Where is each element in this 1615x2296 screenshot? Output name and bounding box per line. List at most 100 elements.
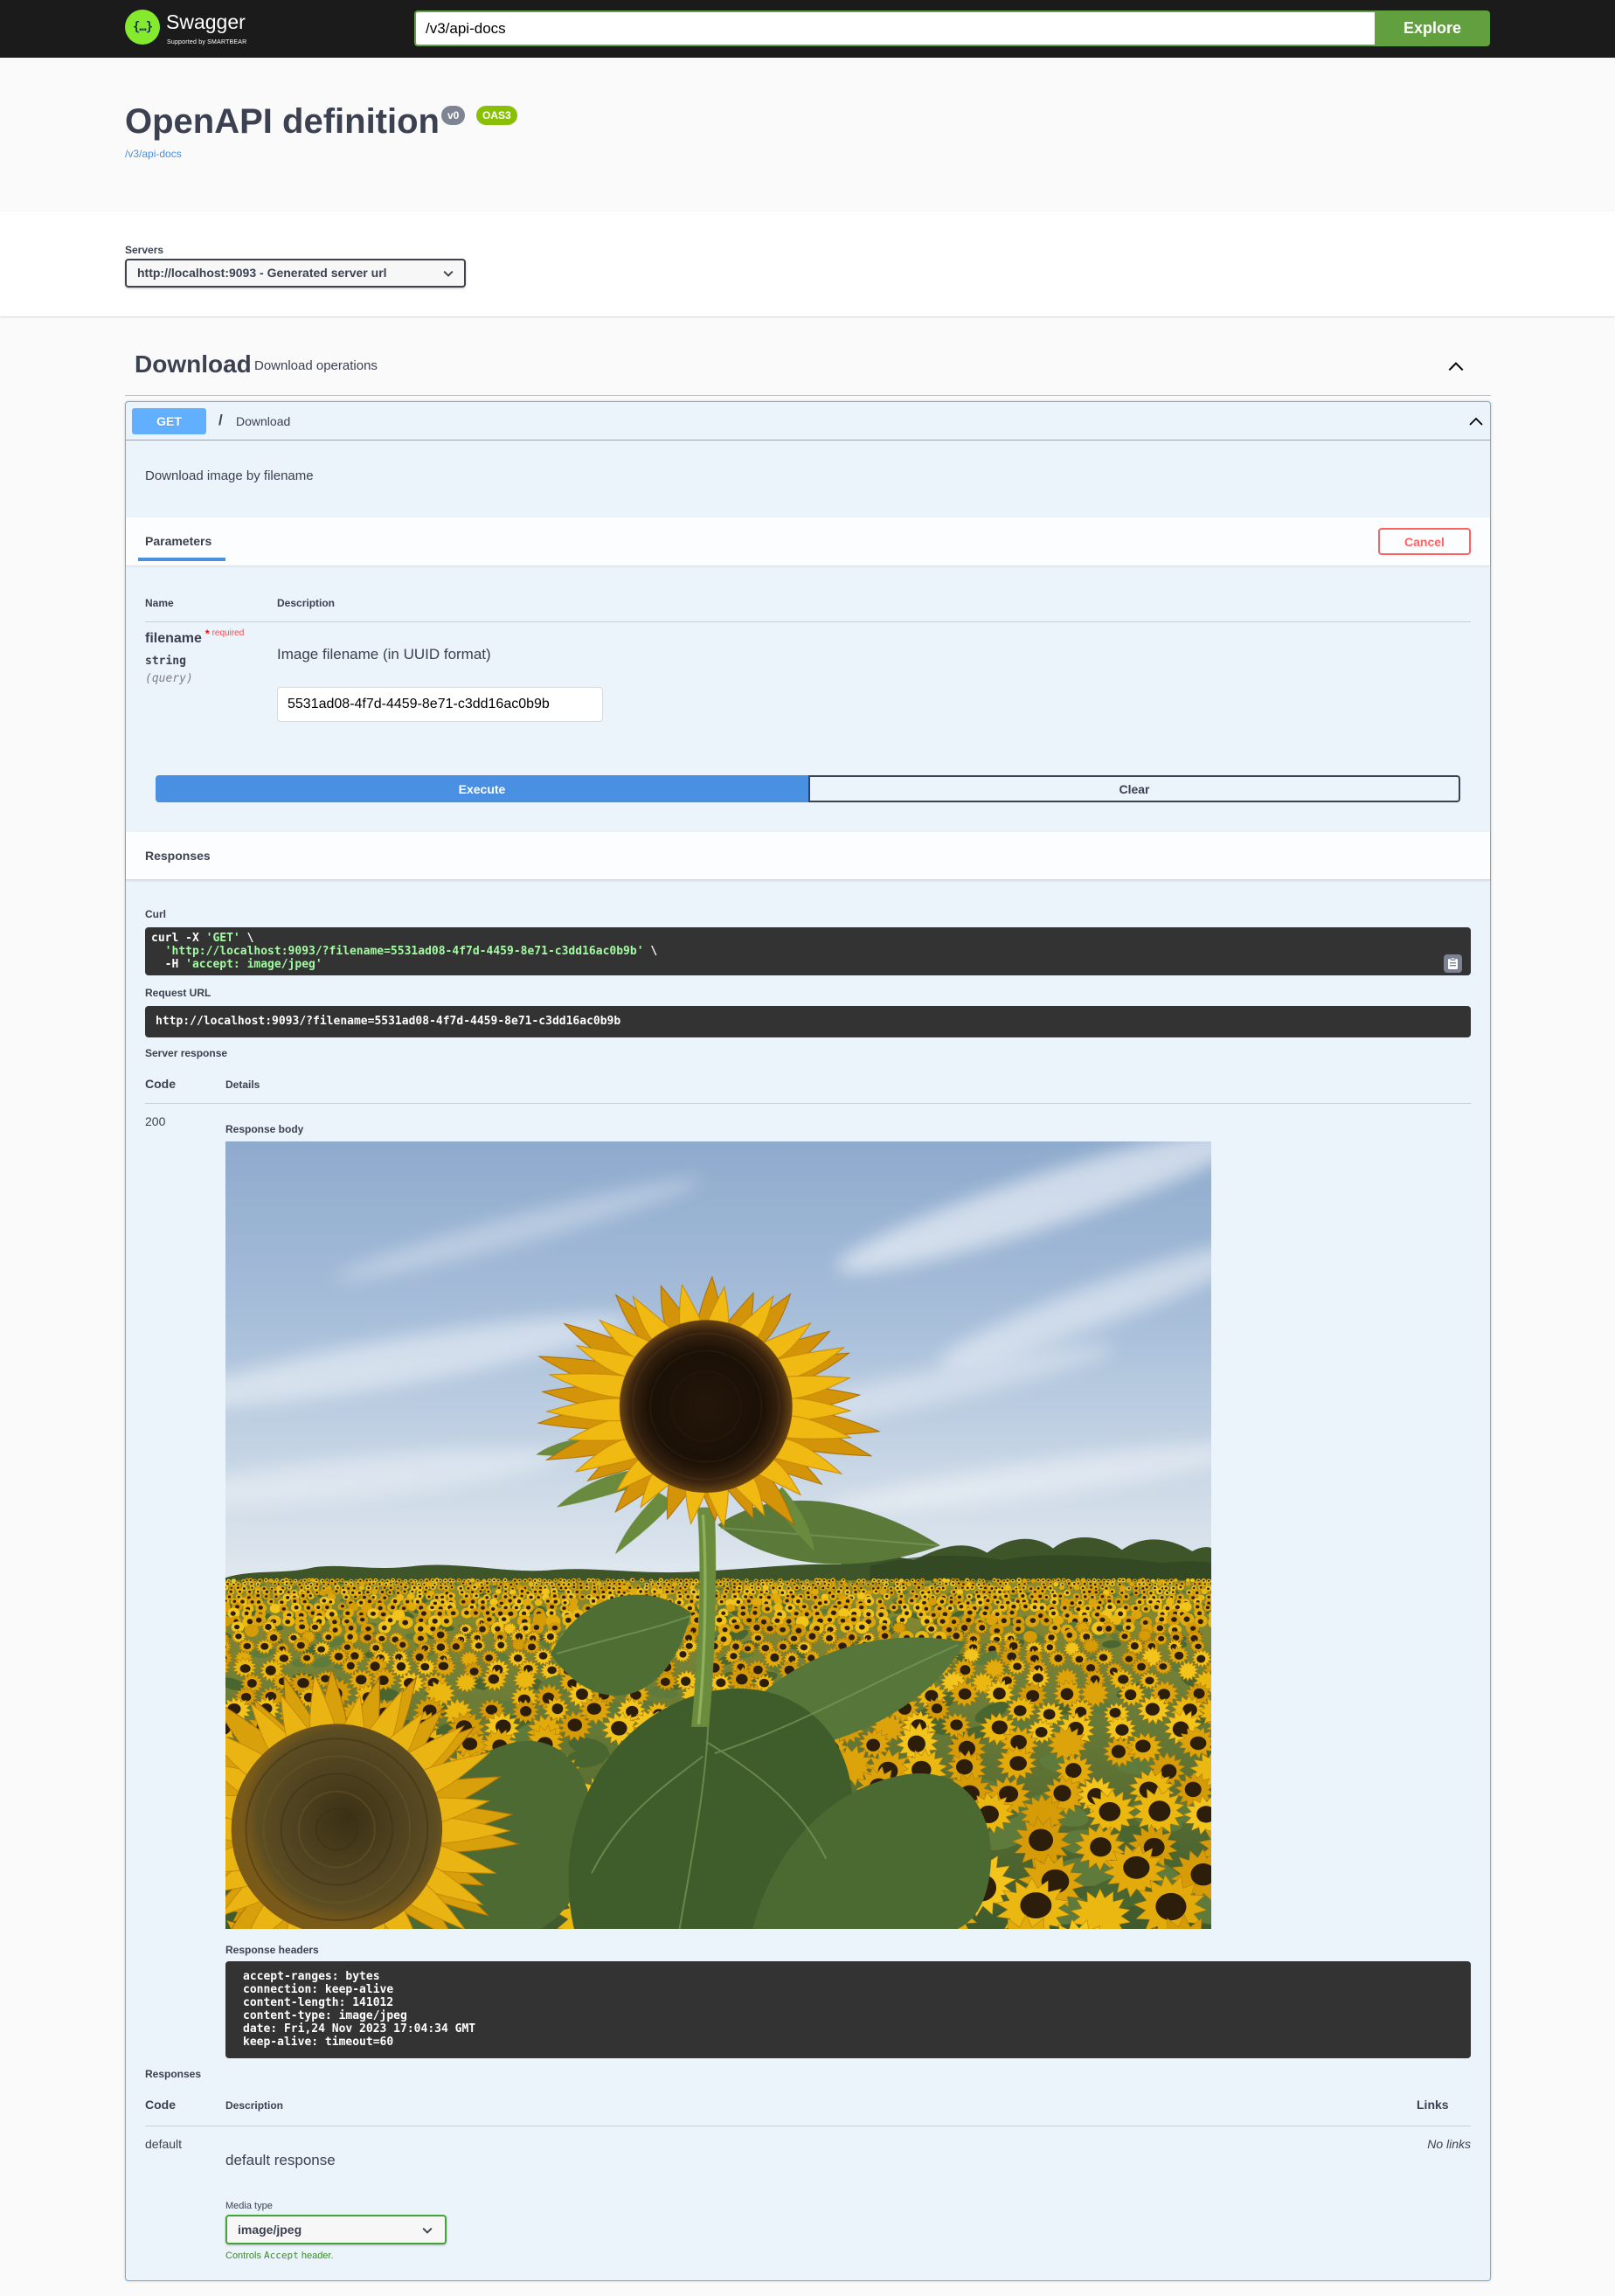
- operation-summary[interactable]: GET / Download: [126, 402, 1490, 440]
- field-sunflower-center: [1127, 1587, 1131, 1590]
- field-sunflower-center: [982, 1611, 988, 1616]
- field-sunflower-center: [957, 1582, 960, 1585]
- field-sunflower-center: [567, 1583, 571, 1586]
- field-sunflower-center: [995, 1600, 1000, 1604]
- field-sunflower-center: [562, 1595, 566, 1599]
- tag-title[interactable]: Download: [135, 350, 252, 378]
- field-sunflower-center: [418, 1594, 422, 1598]
- field-sunflower: [492, 1581, 497, 1586]
- filename-input[interactable]: 5531ad08-4f7d-4459-8e71-c3dd16ac0b9b: [277, 687, 603, 722]
- field-sunflower-center: [878, 1612, 884, 1618]
- field-sunflower-center: [1193, 1688, 1205, 1699]
- field-sunflower-center: [423, 1583, 426, 1585]
- field-sunflower-center: [1001, 1587, 1004, 1590]
- field-sunflower-center: [873, 1579, 876, 1582]
- operation-description: Download image by filename: [145, 468, 314, 483]
- field-sunflower-center: [565, 1586, 567, 1590]
- operation-get-download: GET / Download Download image by filenam…: [125, 401, 1491, 2281]
- field-sunflower-center: [461, 1582, 465, 1585]
- field-sunflower-center: [982, 1591, 986, 1593]
- field-sunflower-center: [806, 1583, 809, 1585]
- field-sunflower-center: [885, 1594, 889, 1599]
- chevron-up-icon[interactable]: [1446, 357, 1466, 376]
- field-sunflower-center: [1043, 1618, 1050, 1623]
- field-sunflower-center: [695, 1579, 697, 1582]
- chevron-up-icon[interactable]: [1467, 413, 1485, 430]
- cancel-button[interactable]: Cancel: [1378, 528, 1471, 555]
- field-sunflower-center: [279, 1654, 289, 1662]
- brand-name[interactable]: Swagger: [166, 10, 246, 34]
- field-sunflower-center: [795, 1627, 802, 1634]
- field-sunflower: [726, 1604, 736, 1613]
- server-select-value: http://localhost:9093 - Generated server…: [137, 266, 387, 280]
- field-sunflower-center: [469, 1606, 474, 1609]
- field-sunflower-center: [336, 1579, 339, 1582]
- field-sunflower-center: [316, 1606, 321, 1610]
- field-sunflower-center: [690, 1599, 694, 1603]
- curl-string: 'http://localhost:9093/?filename=5531ad0…: [164, 945, 644, 958]
- field-sunflower-center: [461, 1627, 468, 1633]
- field-sunflower-center: [791, 1595, 795, 1599]
- field-sunflower: [1129, 1581, 1135, 1587]
- field-sunflower-center: [1122, 1579, 1125, 1582]
- field-sunflower-center: [494, 1594, 498, 1599]
- field-sunflower-center: [499, 1601, 503, 1606]
- field-sunflower: [1126, 1578, 1132, 1583]
- response-headers[interactable]: accept-ranges: bytes connection: keep-al…: [225, 1961, 1471, 2058]
- field-sunflower-center: [295, 1579, 297, 1582]
- execute-button[interactable]: Execute: [156, 775, 808, 802]
- field-sunflower-center: [234, 1624, 240, 1630]
- field-sunflower-center: [862, 1583, 865, 1585]
- parameters-header: Parameters Cancel: [126, 517, 1490, 565]
- field-sunflower-center: [878, 1582, 881, 1585]
- copy-to-clipboard-icon[interactable]: [1444, 954, 1462, 973]
- swagger-logo-icon[interactable]: {…}: [125, 10, 160, 45]
- field-sunflower-center: [1084, 1595, 1087, 1599]
- field-sunflower-center: [1089, 1582, 1092, 1585]
- field-sunflower-center: [1039, 1606, 1044, 1610]
- parameter-name-text: filename: [145, 631, 202, 646]
- field-sunflower-center: [246, 1678, 257, 1689]
- spec-url-input[interactable]: /v3/api-docs: [414, 10, 1376, 46]
- field-sunflower-center: [812, 1584, 814, 1586]
- field-sunflower-center: [796, 1599, 801, 1604]
- responses-title: Responses: [145, 849, 211, 863]
- field-sunflower-center: [508, 1599, 512, 1603]
- chevron-down-icon: [422, 2227, 433, 2234]
- hint-code: Accept: [264, 2250, 299, 2261]
- sunflower-photo: [225, 1141, 1211, 1929]
- field-sunflower-center: [518, 1579, 521, 1582]
- field-sunflower-center: [994, 1628, 1001, 1634]
- field-sunflower-center: [1120, 1592, 1124, 1594]
- explore-button[interactable]: Explore: [1375, 10, 1490, 46]
- field-sunflower-center: [256, 1590, 260, 1593]
- field-sunflower-center: [1100, 1594, 1105, 1599]
- tab-parameters[interactable]: Parameters: [145, 534, 211, 548]
- server-select[interactable]: http://localhost:9093 - Generated server…: [125, 259, 466, 288]
- field-sunflower-center: [372, 1582, 375, 1585]
- field-sunflower-center: [306, 1585, 309, 1589]
- field-sunflower-center: [877, 1579, 880, 1582]
- request-url[interactable]: http://localhost:9093/?filename=5531ad08…: [145, 1006, 1471, 1037]
- field-sunflower-center: [342, 1586, 345, 1589]
- media-type-select[interactable]: image/jpeg: [225, 2215, 447, 2244]
- clear-button[interactable]: Clear: [808, 775, 1460, 802]
- field-sunflower-center: [467, 1586, 470, 1590]
- field-sunflower-center: [603, 1583, 606, 1585]
- field-sunflower-center: [823, 1600, 828, 1604]
- field-sunflower-center: [676, 1579, 678, 1582]
- spec-link[interactable]: /v3/api-docs: [125, 148, 182, 160]
- field-sunflower-center: [928, 1626, 935, 1632]
- field-sunflower-center: [778, 1586, 781, 1590]
- field-sunflower-center: [366, 1591, 370, 1594]
- field-sunflower-center: [354, 1595, 357, 1599]
- curl-command[interactable]: curl -X 'GET' \ 'http://localhost:9093/?…: [145, 927, 1471, 975]
- field-sunflower-center: [690, 1579, 692, 1582]
- field-sunflower-center: [733, 1585, 736, 1589]
- field-sunflower-center: [998, 1590, 1002, 1594]
- field-sunflower-center: [745, 1579, 748, 1581]
- field-sunflower-center: [1063, 1579, 1065, 1581]
- field-sunflower-center: [801, 1605, 807, 1609]
- field-sunflower-center: [1111, 1583, 1114, 1585]
- response-body-image: [225, 1141, 1211, 1929]
